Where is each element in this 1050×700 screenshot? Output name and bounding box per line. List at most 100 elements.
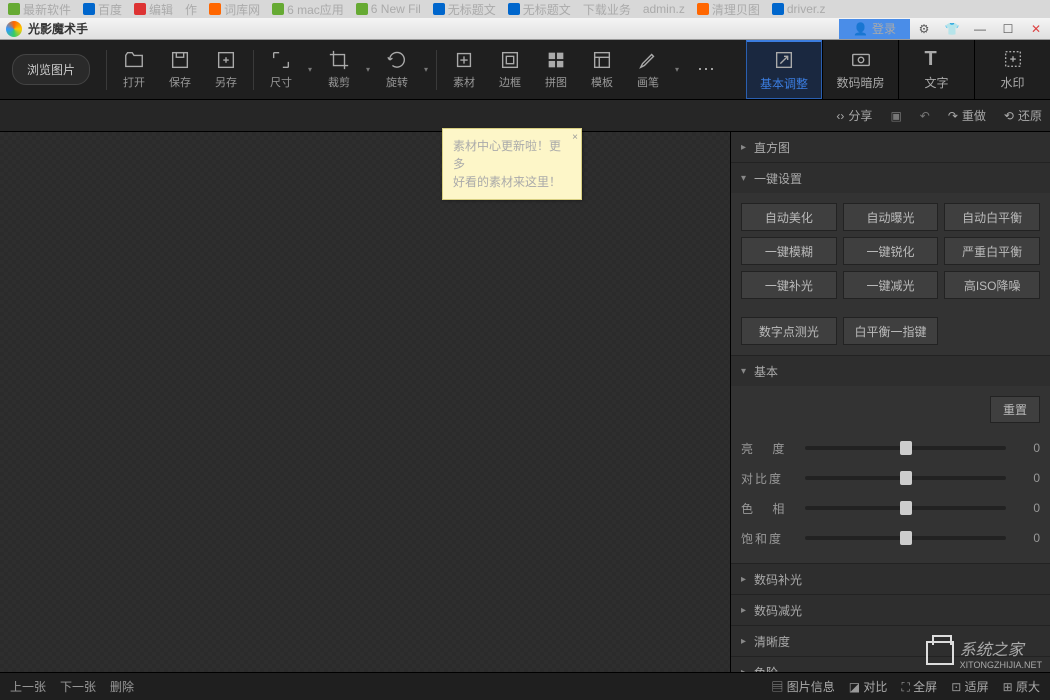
onekey-sharpen-button[interactable]: 一键锐化	[843, 237, 939, 265]
settings-icon[interactable]: ⚙	[910, 19, 938, 39]
border-icon	[499, 49, 521, 71]
brightness-slider[interactable]	[805, 446, 1006, 450]
section-onekey[interactable]: ▾一键设置	[731, 163, 1050, 193]
high-iso-noise-button[interactable]: 高ISO降噪	[944, 271, 1040, 299]
size-button[interactable]: 尺寸	[258, 40, 304, 99]
app-title: 光影魔术手	[28, 20, 88, 37]
chevron-down-icon[interactable]: ▾	[420, 40, 432, 99]
adjust-icon	[772, 49, 796, 71]
browser-tab-strip: 最新软件 百度 编辑 作 词库网 6 mac应用 6 New Fil 无标题文 …	[0, 0, 1050, 18]
spot-meter-button[interactable]: 数字点测光	[741, 317, 837, 345]
onekey-reducelight-button[interactable]: 一键减光	[843, 271, 939, 299]
rotate-button[interactable]: 旋转	[374, 40, 420, 99]
title-bar: 光影魔术手 👤 登录 ⚙ 👕 — ☐ ✕	[0, 18, 1050, 40]
delete-button[interactable]: 删除	[110, 678, 134, 695]
section-sharpness[interactable]: ▸清晰度	[731, 626, 1050, 656]
browser-tab[interactable]: 清理贝图	[691, 1, 766, 17]
chevron-right-icon: ▸	[741, 605, 746, 616]
rotate-icon	[386, 49, 408, 71]
browse-images-button[interactable]: 浏览图片	[12, 54, 90, 85]
compare-icon-button[interactable]: ▣	[890, 109, 901, 123]
crop-button[interactable]: 裁剪	[316, 40, 362, 99]
saturation-slider[interactable]	[805, 536, 1006, 540]
fit-button[interactable]: ⊡ 适屏	[951, 678, 988, 695]
image-info-button[interactable]: ▤ 图片信息	[771, 678, 834, 695]
chevron-down-icon[interactable]: ▾	[304, 40, 316, 99]
save-button[interactable]: 保存	[157, 40, 203, 99]
login-button[interactable]: 👤 登录	[839, 19, 910, 39]
minimize-icon[interactable]: —	[966, 19, 994, 39]
open-button[interactable]: 打开	[111, 40, 157, 99]
section-reducelight[interactable]: ▸数码减光	[731, 595, 1050, 625]
saveas-icon	[215, 49, 237, 71]
close-icon[interactable]: ✕	[1022, 19, 1050, 39]
hue-slider[interactable]	[805, 506, 1006, 510]
skin-icon[interactable]: 👕	[938, 19, 966, 39]
original-size-button[interactable]: ⊞ 原大	[1003, 678, 1040, 695]
browser-tab[interactable]: 6 New Fil	[350, 1, 427, 17]
maximize-icon[interactable]: ☐	[994, 19, 1022, 39]
heavy-whitebalance-button[interactable]: 严重白平衡	[944, 237, 1040, 265]
mode-basic-adjust[interactable]: 基本调整	[746, 40, 822, 99]
restore-button[interactable]: ⟲还原	[1004, 107, 1042, 124]
chevron-down-icon[interactable]: ▾	[671, 40, 683, 99]
restore-icon: ⟲	[1004, 109, 1014, 123]
canvas-area[interactable]: × 素材中心更新啦！更多好看的素材来这里！	[0, 132, 730, 672]
border-button[interactable]: 边框	[487, 40, 533, 99]
share-icon: ‹›	[836, 109, 844, 123]
onekey-blur-button[interactable]: 一键模糊	[741, 237, 837, 265]
more-button[interactable]: ⋯	[683, 40, 729, 99]
undo-icon-button[interactable]: ↶	[920, 109, 930, 123]
section-basic[interactable]: ▾基本	[731, 356, 1050, 386]
mode-text[interactable]: T文字	[898, 40, 974, 99]
chevron-right-icon: ▸	[741, 142, 746, 153]
brush-button[interactable]: 画笔	[625, 40, 671, 99]
browser-tab[interactable]: 最新软件	[2, 1, 77, 17]
reset-button[interactable]: 重置	[990, 396, 1040, 423]
redo-icon: ↷	[948, 109, 958, 123]
section-filllight[interactable]: ▸数码补光	[731, 564, 1050, 594]
browser-tab[interactable]: 无标题文	[427, 1, 502, 17]
section-histogram[interactable]: ▸直方图	[731, 132, 1050, 162]
browser-tab[interactable]: 词库网	[203, 1, 266, 17]
share-button[interactable]: ‹›分享	[836, 107, 872, 124]
fullscreen-button[interactable]: ⛶ 全屏	[901, 678, 937, 695]
collage-icon	[545, 49, 567, 71]
prev-image-button[interactable]: 上一张	[10, 678, 46, 695]
adjust-panel: ▸直方图 ▾一键设置 自动美化 自动曝光 自动白平衡 一键模糊 一键锐化 严重白…	[730, 132, 1050, 672]
collage-button[interactable]: 拼图	[533, 40, 579, 99]
saveas-button[interactable]: 另存	[203, 40, 249, 99]
save-icon	[169, 49, 191, 71]
more-icon: ⋯	[695, 59, 717, 81]
onekey-filllight-button[interactable]: 一键补光	[741, 271, 837, 299]
redo-button[interactable]: ↷重做	[948, 107, 986, 124]
material-button[interactable]: 素材	[441, 40, 487, 99]
brush-icon	[637, 49, 659, 71]
camera-icon	[849, 48, 873, 70]
browser-tab[interactable]: 6 mac应用	[266, 1, 350, 17]
browser-tab[interactable]: admin.z	[637, 1, 691, 17]
auto-whitebalance-button[interactable]: 自动白平衡	[944, 203, 1040, 231]
auto-beautify-button[interactable]: 自动美化	[741, 203, 837, 231]
tooltip-close-icon[interactable]: ×	[572, 130, 578, 145]
browser-tab[interactable]: driver.z	[766, 1, 832, 17]
browser-tab[interactable]: 无标题文	[502, 1, 577, 17]
brightness-label: 亮 度	[741, 440, 795, 457]
browser-tab[interactable]: 编辑	[128, 1, 179, 17]
chevron-down-icon: ▾	[741, 366, 746, 377]
browser-tab[interactable]: 下载业务	[577, 1, 637, 17]
template-button[interactable]: 模板	[579, 40, 625, 99]
auto-exposure-button[interactable]: 自动曝光	[843, 203, 939, 231]
template-icon	[591, 49, 613, 71]
mode-watermark[interactable]: 水印	[974, 40, 1050, 99]
chevron-down-icon[interactable]: ▾	[362, 40, 374, 99]
contrast-slider[interactable]	[805, 476, 1006, 480]
browser-tab[interactable]: 作	[179, 1, 203, 17]
saturation-label: 饱和度	[741, 530, 795, 547]
browser-tab[interactable]: 百度	[77, 1, 128, 17]
next-image-button[interactable]: 下一张	[60, 678, 96, 695]
section-levels[interactable]: ▸色阶	[731, 657, 1050, 672]
mode-darkroom[interactable]: 数码暗房	[822, 40, 898, 99]
compare-button[interactable]: ◪ 对比	[849, 678, 888, 695]
wb-oneclick-button[interactable]: 白平衡一指键	[843, 317, 939, 345]
